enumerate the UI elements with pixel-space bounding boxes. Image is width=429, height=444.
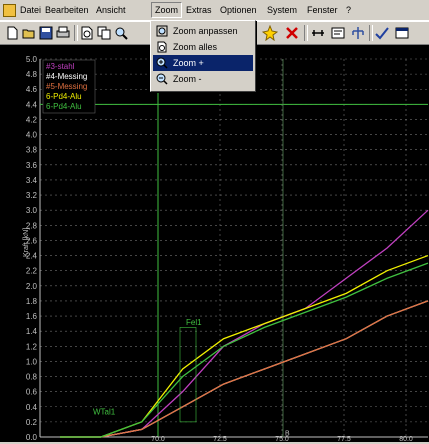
y-tick-label: 3.8 — [26, 146, 38, 155]
menu-datei[interactable]: Datei — [17, 3, 44, 17]
menu-item-zoom-out[interactable]: Zoom - — [153, 71, 253, 87]
annotation-label: Fel1 — [186, 318, 202, 327]
print-preview-icon[interactable] — [79, 25, 95, 41]
menu-item-zoom-in[interactable]: Zoom + — [153, 55, 253, 71]
x-tick-label: 72.5 — [213, 436, 227, 442]
y-tick-label: 3.0 — [26, 206, 38, 215]
menu-optionen[interactable]: Optionen — [217, 3, 260, 17]
zoom-in-icon — [156, 57, 168, 69]
y-tick-label: 0.2 — [26, 418, 38, 427]
zoom-all-icon — [156, 41, 168, 53]
chart-series — [60, 209, 429, 438]
settings-icon[interactable] — [330, 25, 346, 41]
y-tick-label: 0.4 — [26, 403, 38, 412]
menu-system[interactable]: System — [264, 3, 300, 17]
menu-item-label: Zoom anpassen — [173, 26, 238, 36]
tree-icon[interactable] — [350, 25, 366, 41]
toolbar-separator — [369, 25, 373, 41]
copy-icon[interactable] — [96, 25, 112, 41]
window-icon[interactable] — [394, 25, 410, 41]
series-line — [60, 300, 429, 438]
y-tick-label: 4.2 — [26, 115, 38, 124]
check-icon[interactable] — [374, 25, 390, 41]
menu-extras[interactable]: Extras — [183, 3, 215, 17]
series-line — [60, 300, 429, 438]
chart-legend: #3-stahl#4-Messing#5-Messing6-Pd4-Alu6-P… — [42, 59, 96, 114]
x-tick-label: 80.0 — [399, 436, 413, 442]
annotation-label: WTal1 — [93, 407, 116, 416]
y-tick-label: 1.8 — [26, 297, 38, 306]
new-icon[interactable] — [4, 25, 20, 41]
legend-entry: #3-stahl — [46, 62, 75, 71]
y-tick-label: 3.2 — [26, 191, 38, 200]
menu-item-zoom-fit[interactable]: Zoom anpassen — [153, 23, 253, 39]
menu-bearbeiten[interactable]: Bearbeiten — [42, 3, 92, 17]
y-tick-label: 1.6 — [26, 312, 38, 321]
y-tick-label: 2.0 — [26, 282, 38, 291]
annotation-box — [179, 327, 197, 423]
legend-entry: #5-Messing — [46, 82, 87, 91]
y-tick-label: 1.0 — [26, 357, 38, 366]
open-icon[interactable] — [21, 25, 37, 41]
y-tick-label: 4.0 — [26, 131, 38, 140]
y-tick-label: 4.8 — [26, 70, 38, 79]
zoom-fit-icon — [156, 25, 168, 37]
zoom-dropdown-menu: Zoom anpassen Zoom alles Zoom + Zoom - — [150, 20, 256, 92]
force-chart[interactable]: 0.00.20.40.60.81.01.21.41.61.82.02.22.42… — [0, 45, 429, 443]
legend-entry: 6-Pd4-Alu — [46, 92, 82, 101]
print-icon[interactable] — [55, 25, 71, 41]
y-tick-label: 1.4 — [26, 327, 38, 336]
save-icon[interactable] — [38, 25, 54, 41]
x-tick-label: 70.0 — [151, 436, 165, 442]
y-tick-label: 0.8 — [26, 373, 38, 382]
menu-ansicht[interactable]: Ansicht — [93, 3, 129, 17]
legend-entry: 6-Pd4-Alu — [46, 102, 82, 111]
zoom-icon[interactable] — [113, 25, 129, 41]
menu-bar: Datei Bearbeiten Ansicht Zoom Extras Opt… — [0, 0, 429, 21]
menu-help[interactable]: ? — [343, 3, 354, 17]
annotation-label: B — [285, 430, 290, 437]
app-icon[interactable] — [3, 4, 16, 17]
measure-icon[interactable] — [310, 25, 326, 41]
y-axis-label: Kraft [kN] — [23, 228, 30, 257]
zoom-out-icon — [156, 73, 168, 85]
toolbar-separator — [304, 25, 308, 41]
legend-entry: #4-Messing — [46, 72, 87, 81]
chart-annotations: Fel1 WTal1 B — [93, 318, 290, 437]
y-tick-label: 2.2 — [26, 267, 38, 276]
toolbar-separator — [74, 25, 78, 41]
menu-item-label: Zoom - — [173, 74, 202, 84]
y-tick-label: 3.4 — [26, 176, 38, 185]
menu-zoom[interactable]: Zoom — [151, 2, 183, 18]
y-tick-label: 5.0 — [26, 55, 38, 64]
x-tick-label: 77.5 — [337, 436, 351, 442]
y-tick-label: 1.2 — [26, 342, 38, 351]
y-tick-label: 3.6 — [26, 161, 38, 170]
y-tick-label: 4.4 — [26, 100, 38, 109]
wizard-icon[interactable] — [262, 25, 278, 41]
y-tick-label: 0.0 — [26, 433, 38, 442]
menu-item-label: Zoom alles — [173, 42, 218, 52]
menu-fenster[interactable]: Fenster — [304, 3, 341, 17]
delete-icon[interactable] — [284, 25, 300, 41]
chart-area[interactable]: 0.0 0.2 0.4 0.6 0.8 1.0 1.2 1.4 1.6 1.8 2.0 2.2 2.4 2… — [0, 45, 429, 443]
menu-item-zoom-all[interactable]: Zoom alles — [153, 39, 253, 55]
menu-item-label: Zoom + — [173, 58, 204, 68]
y-tick-label: 4.6 — [26, 85, 38, 94]
y-tick-label: 0.6 — [26, 388, 38, 397]
